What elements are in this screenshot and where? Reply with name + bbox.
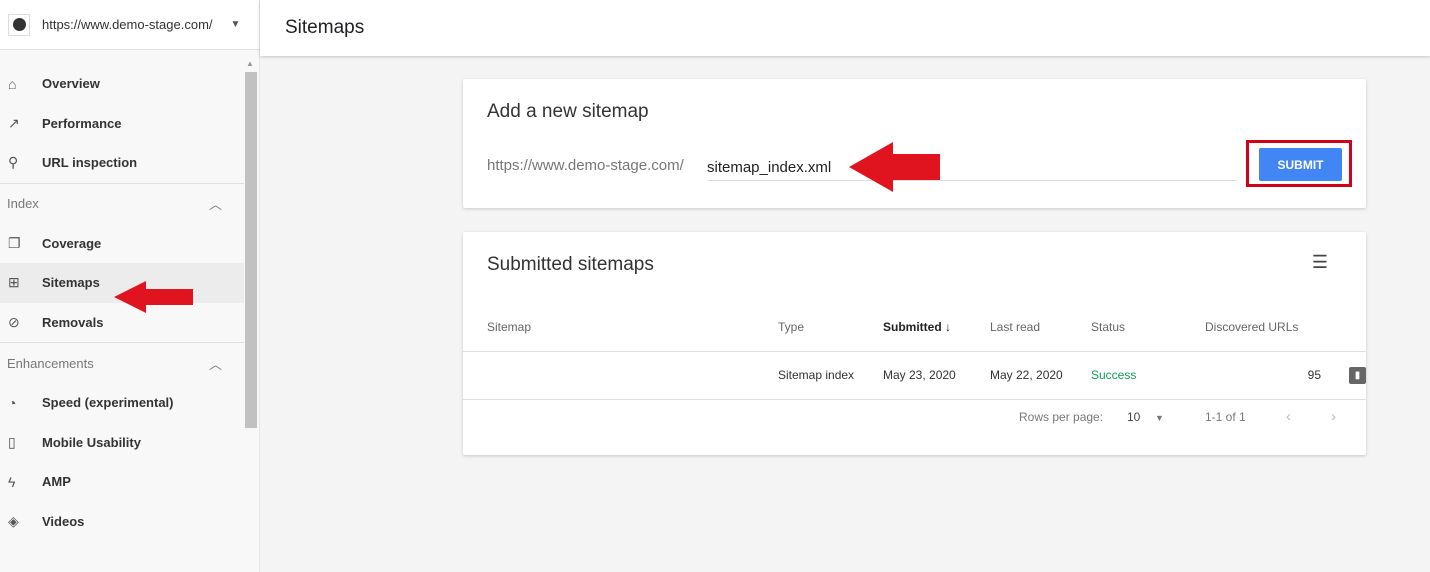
cell-submitted: May 23, 2020 [883,351,990,400]
chevron-up-icon: ︿ [208,197,222,212]
nav-label: Sitemaps [42,275,100,291]
nav-label: Videos [42,513,85,529]
annotation-arrow-icon [849,142,940,192]
speed-icon: ◔ [8,394,17,411]
sitemap-url-input[interactable] [707,155,1237,181]
nav-url-inspection[interactable]: ⚲ URL inspection [0,143,244,183]
nav-overview[interactable]: ⌂ Overview [0,64,244,104]
nav-label: Coverage [42,235,102,251]
nav-label: Mobile Usability [42,434,141,450]
col-label: Submitted [883,320,942,335]
arrow-down-icon: ↓ [945,320,952,335]
dropdown-caret-icon: ▼ [230,19,241,30]
cell-urls: 95 [1205,351,1325,400]
col-discovered-urls[interactable]: Discovered URLs [1205,304,1325,352]
nav-speed[interactable]: ◔ Speed (experimental) [0,383,244,423]
property-selector[interactable]: https://www.demo-stage.com/ ▼ [0,0,259,50]
rows-per-page-label: Rows per page: [1019,410,1104,424]
col-last-read[interactable]: Last read [990,304,1091,352]
cell-last-read: May 22, 2020 [990,351,1091,400]
rows-per-page-select[interactable]: 10 [1127,410,1140,424]
nav-label: URL inspection [42,155,138,171]
col-status[interactable]: Status [1091,304,1205,352]
nav-performance[interactable]: ↗ Performance [0,104,244,144]
add-sitemap-card: Add a new sitemap https://www.demo-stage… [463,79,1366,208]
nav-label: Speed (experimental) [42,395,174,411]
bar-chart-icon[interactable]: ▮ [1349,366,1366,384]
layers-icon: ◈ [8,512,19,529]
submitted-sitemaps-card: Submitted sitemaps ☰ Sitemap Type Submit… [463,232,1366,455]
cell-status: Success [1091,351,1205,400]
nav-label: AMP [42,474,71,490]
page-header: Sitemaps [260,0,1430,56]
nav-mobile-usability[interactable]: ▯ Mobile Usability [0,423,244,463]
nav-label: Removals [42,314,104,330]
section-label: Enhancements [7,355,94,371]
copy-icon: ❐ [8,234,21,251]
section-label: Index [7,196,39,211]
phone-icon: ▯ [8,433,16,450]
table-row[interactable]: Sitemap index May 23, 2020 May 22, 2020 … [463,351,1366,400]
nav-label: Performance [42,115,122,131]
sitemaps-table: Sitemap Type Submitted ↓ Last read Statu… [463,304,1366,400]
trending-icon: ↗ [8,114,20,131]
site-logo [8,13,30,36]
chevron-up-icon: ︿ [208,356,222,372]
sitemap-icon: ⊞ [8,274,20,291]
home-icon: ⌂ [8,75,17,92]
annotation-arrow-icon [114,281,193,313]
submit-button[interactable]: SUBMIT [1259,148,1342,181]
page-range: 1-1 of 1 [1205,410,1246,424]
scroll-up-icon[interactable]: ▲ [246,59,254,68]
filter-icon[interactable]: ☰ [1312,252,1328,273]
sidebar-scrollbar[interactable] [245,72,257,428]
col-type[interactable]: Type [778,304,883,352]
nav-amp[interactable]: ϟ AMP [0,462,244,502]
property-url: https://www.demo-stage.com/ [42,17,213,32]
next-page-icon[interactable]: › [1331,408,1336,425]
col-submitted[interactable]: Submitted ↓ [883,304,990,352]
search-icon: ⚲ [8,154,19,171]
nav-videos[interactable]: ◈ Videos [0,502,244,542]
dropdown-caret-icon[interactable]: ▼ [1155,413,1164,423]
card-title: Submitted sitemaps [487,254,654,275]
nav-label: Overview [42,76,100,92]
section-index[interactable]: Index ︿ [0,184,244,224]
cell-type: Sitemap index [778,351,883,400]
eye-off-icon: ⊘ [8,313,20,330]
page-title: Sitemaps [285,17,365,38]
cell-sitemap[interactable] [463,351,778,400]
col-sitemap[interactable]: Sitemap [463,304,778,352]
card-title: Add a new sitemap [487,101,649,122]
section-enhancements[interactable]: Enhancements ︿ [0,343,244,383]
url-prefix: https://www.demo-stage.com/ [487,157,684,174]
prev-page-icon[interactable]: ‹ [1286,408,1291,425]
bolt-icon: ϟ [8,473,16,490]
annotation-highlight-box: SUBMIT [1246,140,1352,187]
nav-coverage[interactable]: ❐ Coverage [0,224,244,264]
table-header: Sitemap Type Submitted ↓ Last read Statu… [463,304,1366,352]
